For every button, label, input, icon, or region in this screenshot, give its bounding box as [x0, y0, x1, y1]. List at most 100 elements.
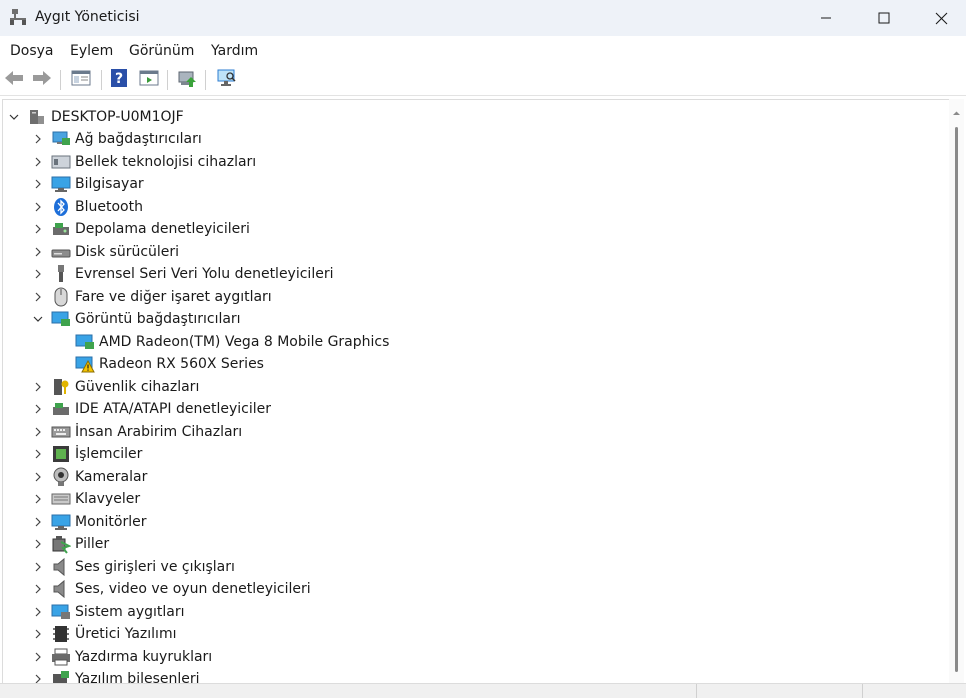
tree-device-amd-vega-8[interactable]: AMD Radeon(TM) Vega 8 Mobile Graphics	[55, 331, 389, 353]
chevron-right-icon[interactable]	[31, 470, 45, 484]
maximize-icon	[878, 12, 890, 24]
minimize-icon	[820, 12, 832, 24]
tree-root-label: DESKTOP-U0M1OJF	[51, 109, 184, 125]
display-adapter-icon	[51, 309, 71, 329]
chevron-right-icon[interactable]	[31, 627, 45, 641]
tree-category-audio-inputs-outputs[interactable]: Ses girişleri ve çıkışları	[31, 556, 235, 578]
camera-icon	[51, 467, 71, 487]
tree-category-network-adapters[interactable]: Ağ bağdaştırıcıları	[31, 128, 202, 150]
tree-category-label: Sistem aygıtları	[75, 604, 185, 620]
tree-device-radeon-rx-560x[interactable]: Radeon RX 560X Series	[55, 353, 264, 375]
tree-category-ide-controllers[interactable]: IDE ATA/ATAPI denetleyiciler	[31, 398, 271, 420]
minimize-button[interactable]	[797, 0, 855, 36]
show-hide-console-tree-button[interactable]	[70, 69, 92, 91]
tree-category-label: Ses girişleri ve çıkışları	[75, 559, 235, 575]
help-icon: ?	[110, 68, 128, 92]
toolbar-separator	[167, 70, 168, 90]
tree-category-memory-devices[interactable]: Bellek teknolojisi cihazları	[31, 151, 256, 173]
scroll-up-icon[interactable]	[952, 103, 961, 115]
memory-card-icon	[51, 152, 71, 172]
tree-category-security-devices[interactable]: Güvenlik cihazları	[31, 376, 199, 398]
chevron-right-icon[interactable]	[31, 537, 45, 551]
tree-category-usb-controllers[interactable]: Evrensel Seri Veri Yolu denetleyicileri	[31, 263, 333, 285]
update-driver-icon	[177, 68, 197, 92]
tree-category-label: Görüntü bağdaştırıcıları	[75, 311, 241, 327]
tree-category-label: Ses, video ve oyun denetleyicileri	[75, 581, 311, 597]
chevron-right-icon[interactable]	[31, 155, 45, 169]
scan-hardware-button[interactable]	[216, 69, 238, 91]
chevron-right-icon[interactable]	[31, 380, 45, 394]
chevron-right-icon[interactable]	[31, 515, 45, 529]
tree-category-processors[interactable]: İşlemciler	[31, 443, 142, 465]
tree-category-storage-controllers[interactable]: Depolama denetleyicileri	[31, 218, 250, 240]
menu-bar: Dosya Eylem Görünüm Yardım	[0, 36, 966, 65]
chevron-right-icon[interactable]	[31, 222, 45, 236]
chevron-right-icon[interactable]	[31, 200, 45, 214]
tree-category-hid[interactable]: İnsan Arabirim Cihazları	[31, 421, 242, 443]
close-button[interactable]	[912, 0, 966, 36]
tree-category-keyboards[interactable]: Klavyeler	[31, 488, 140, 510]
tree-category-display-adapters[interactable]: Görüntü bağdaştırıcıları	[31, 308, 241, 330]
tree-category-sound-video-game[interactable]: Ses, video ve oyun denetleyicileri	[31, 578, 311, 600]
device-manager-icon	[9, 8, 27, 26]
chevron-right-icon[interactable]	[31, 650, 45, 664]
chevron-right-icon[interactable]	[31, 560, 45, 574]
chevron-right-icon[interactable]	[31, 290, 45, 304]
chevron-right-icon[interactable]	[31, 605, 45, 619]
title-bar[interactable]: Aygıt Yöneticisi	[0, 0, 966, 36]
maximize-button[interactable]	[855, 0, 913, 36]
back-button[interactable]	[3, 69, 25, 91]
help-button[interactable]: ?	[108, 69, 130, 91]
chevron-right-icon[interactable]	[31, 132, 45, 146]
chevron-right-icon[interactable]	[31, 245, 45, 259]
security-key-icon	[51, 377, 71, 397]
tree-category-firmware[interactable]: Üretici Yazılımı	[31, 623, 176, 645]
tree-category-cameras[interactable]: Kameralar	[31, 466, 147, 488]
chevron-right-icon[interactable]	[31, 402, 45, 416]
show-action-pane-button[interactable]	[138, 69, 160, 91]
menu-help[interactable]: Yardım	[211, 43, 258, 59]
tree-category-label: Depolama denetleyicileri	[75, 221, 250, 237]
tree-category-print-queues[interactable]: Yazdırma kuyrukları	[31, 646, 212, 668]
chevron-right-icon[interactable]	[31, 425, 45, 439]
computer-tower-icon	[27, 107, 47, 127]
chevron-right-icon[interactable]	[31, 492, 45, 506]
forward-button[interactable]	[31, 69, 53, 91]
tree-category-label: Üretici Yazılımı	[75, 626, 177, 642]
forward-arrow-icon	[32, 70, 52, 90]
chevron-down-icon[interactable]	[31, 312, 45, 326]
tree-category-label: Bellek teknolojisi cihazları	[75, 154, 257, 170]
menu-action[interactable]: Eylem	[70, 43, 113, 59]
chevron-down-icon[interactable]	[7, 110, 21, 124]
tree-device-label: AMD Radeon(TM) Vega 8 Mobile Graphics	[99, 334, 390, 350]
scrollbar-thumb[interactable]	[955, 127, 958, 672]
printer-icon	[51, 647, 71, 667]
toolbar: ?	[0, 65, 966, 96]
vertical-scrollbar[interactable]	[949, 99, 964, 683]
tree-category-disk-drives[interactable]: Disk sürücüleri	[31, 241, 179, 263]
chevron-right-icon[interactable]	[31, 267, 45, 281]
tree-category-computer[interactable]: Bilgisayar	[31, 173, 144, 195]
tree-category-label: Klavyeler	[75, 491, 141, 507]
status-divider	[862, 684, 863, 698]
tree-category-label: Kameralar	[75, 469, 148, 485]
device-tree[interactable]: DESKTOP-U0M1OJF Ağ bağdaştırıcıları Bell…	[2, 99, 950, 684]
tree-category-bluetooth[interactable]: Bluetooth	[31, 196, 143, 218]
computer-icon	[51, 174, 71, 194]
action-pane-icon	[139, 69, 159, 91]
tree-root-node[interactable]: DESKTOP-U0M1OJF	[7, 106, 184, 128]
menu-file[interactable]: Dosya	[10, 43, 54, 59]
tree-category-system-devices[interactable]: Sistem aygıtları	[31, 601, 185, 623]
tree-category-monitors[interactable]: Monitörler	[31, 511, 146, 533]
toolbar-separator	[60, 70, 61, 90]
chevron-right-icon[interactable]	[31, 582, 45, 596]
chevron-right-icon[interactable]	[31, 177, 45, 191]
chevron-right-icon[interactable]	[31, 447, 45, 461]
menu-view[interactable]: Görünüm	[129, 43, 194, 59]
bluetooth-icon	[51, 197, 71, 217]
tree-category-mice[interactable]: Fare ve diğer işaret aygıtları	[31, 286, 272, 308]
tree-category-batteries[interactable]: Piller	[31, 533, 109, 555]
update-driver-button[interactable]	[176, 69, 198, 91]
display-adapter-icon	[75, 332, 95, 352]
tree-category-software-components[interactable]: Yazılım bileşenleri	[31, 668, 200, 684]
